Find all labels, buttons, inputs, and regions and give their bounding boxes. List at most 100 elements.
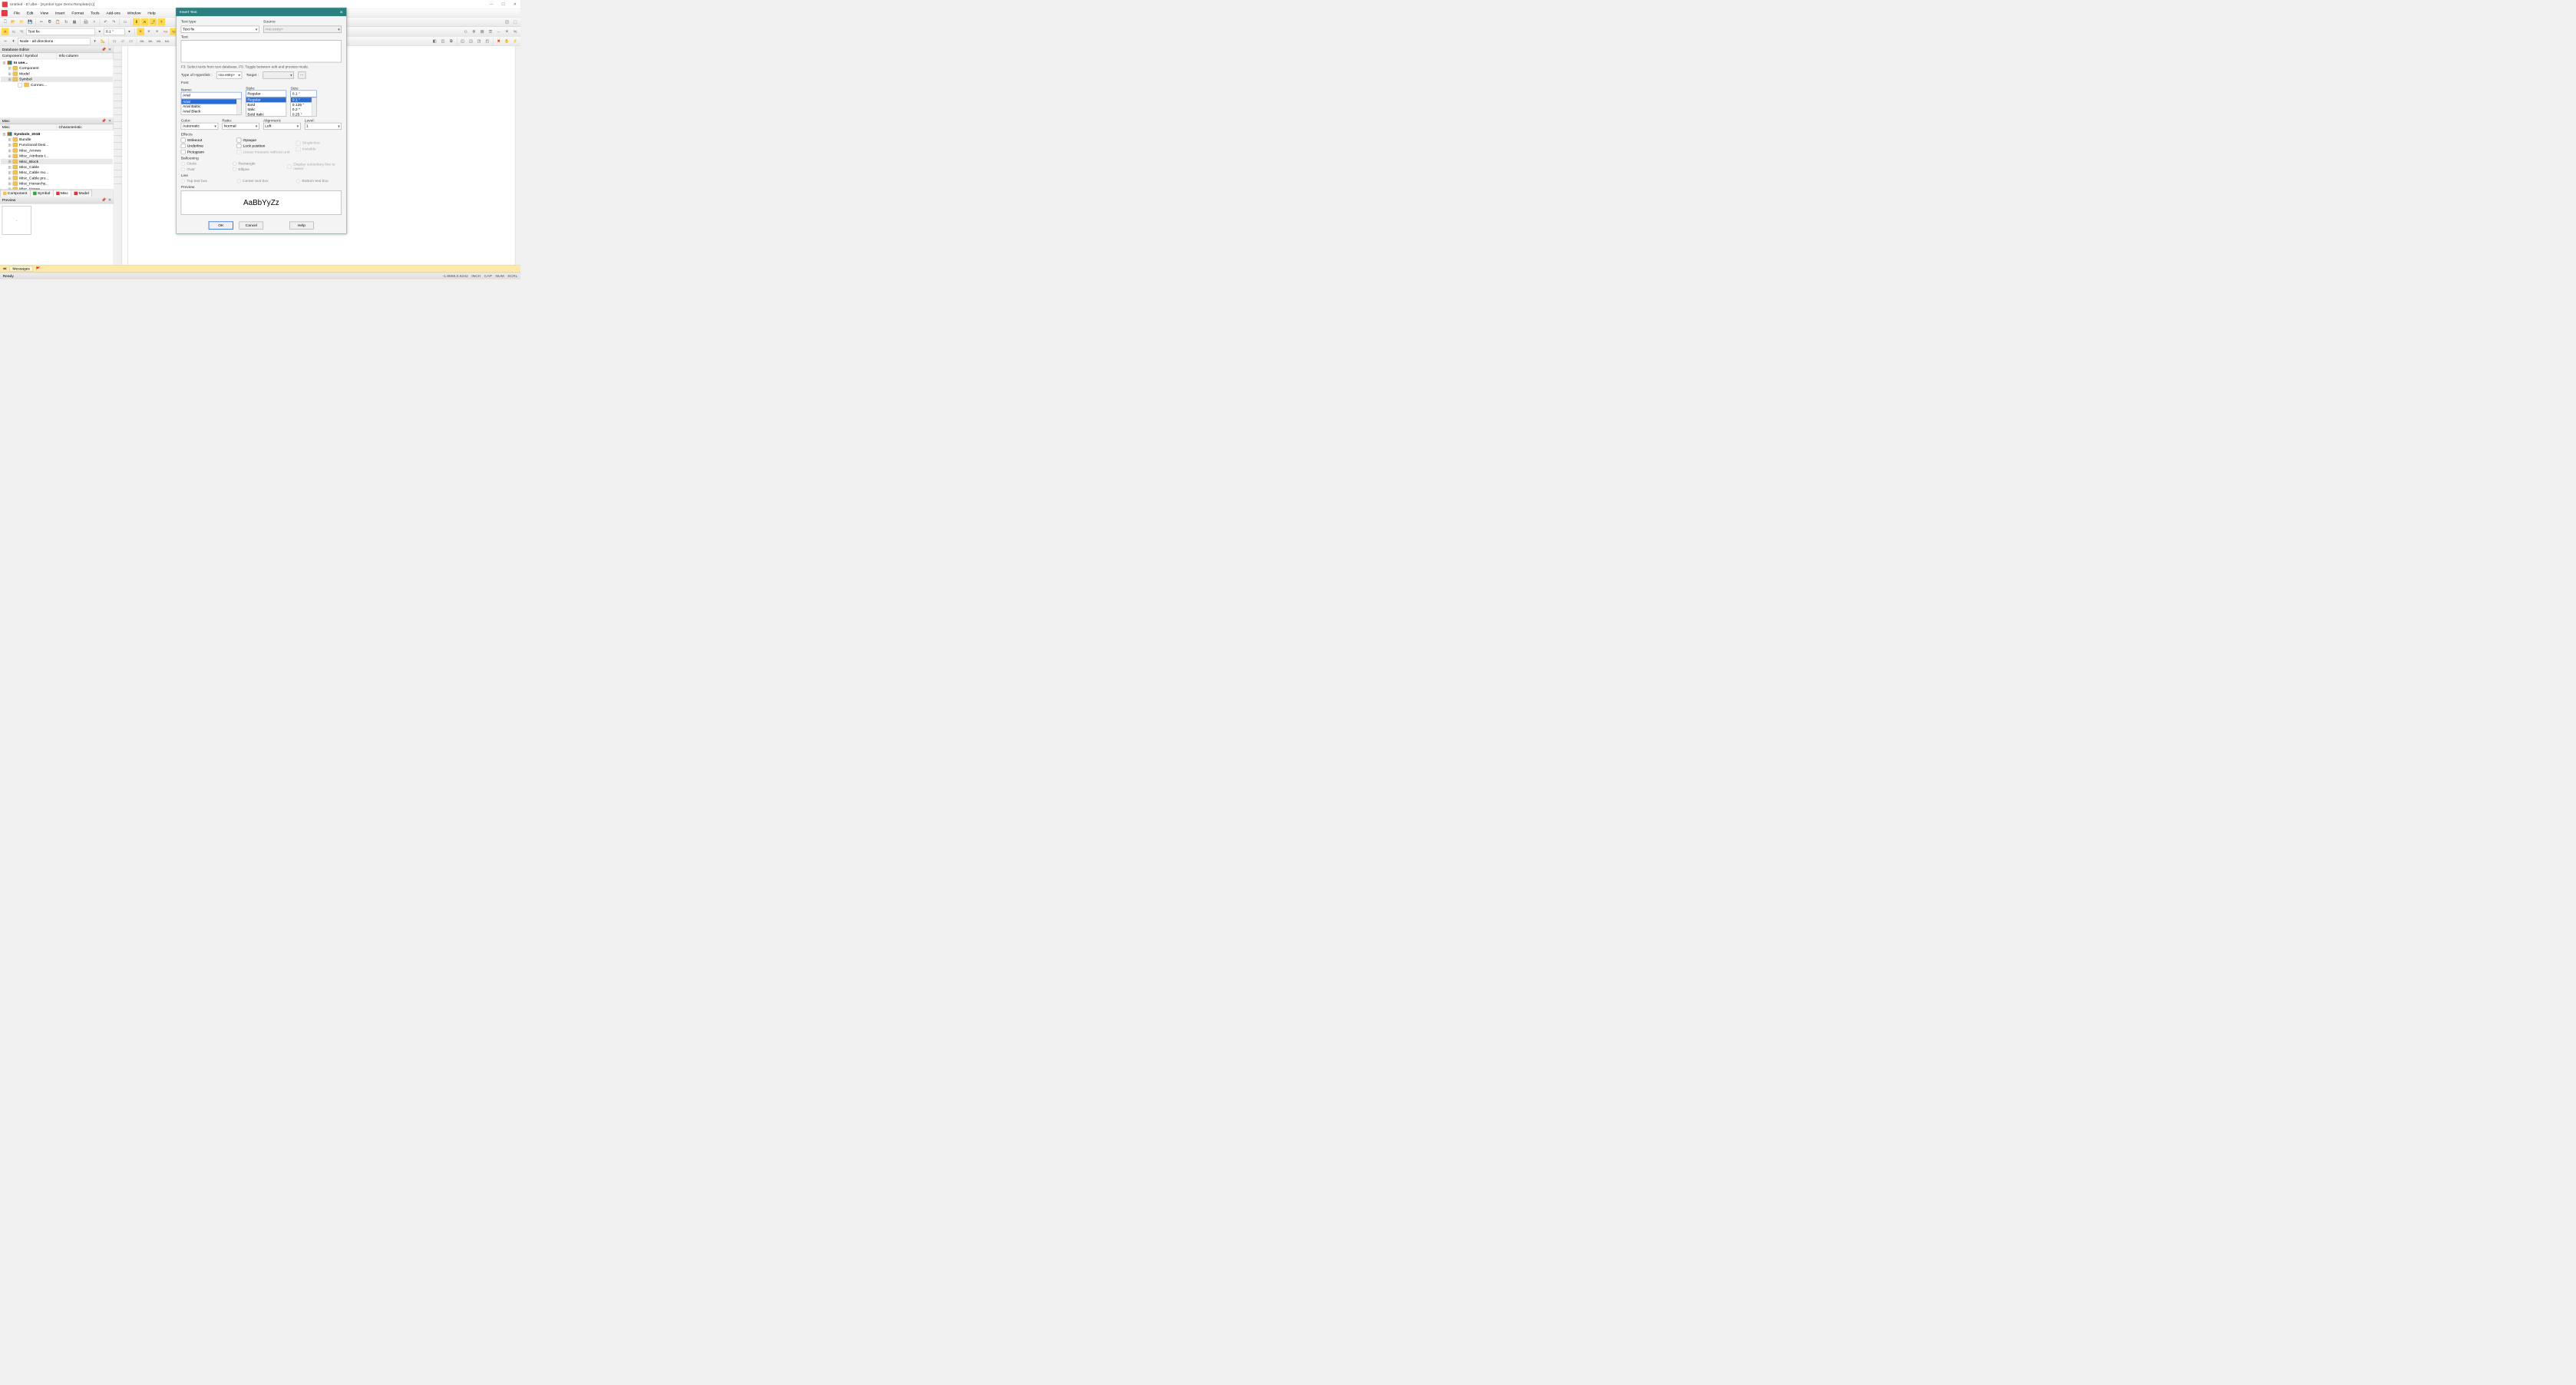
rtool-4-icon[interactable]: ◱ — [459, 38, 467, 45]
tool-3-icon[interactable]: ▤ — [478, 28, 486, 35]
panel-close-icon[interactable]: ✕ — [108, 48, 111, 52]
menu-format[interactable]: Format — [68, 11, 88, 15]
panel-close-icon[interactable]: ✕ — [108, 119, 111, 124]
pin-icon[interactable]: 📌 — [101, 198, 106, 203]
mil2-icon[interactable]: MIL — [147, 38, 154, 45]
oval-radio[interactable]: Oval — [181, 167, 229, 171]
grid-icon[interactable]: ▦ — [71, 18, 78, 26]
tree-item[interactable]: ⊞Misc_Attribute t... — [1, 154, 113, 159]
node-dropdown-icon[interactable]: ▾ — [91, 38, 99, 45]
font-size-list[interactable]: 0.1 " 0.125 " 0.2 " 0.25 " — [291, 98, 317, 117]
node-drop-icon[interactable]: ▾ — [10, 38, 18, 45]
tree-item[interactable]: ⊞Misc_Hierarchy... — [1, 181, 113, 187]
rect3-icon[interactable]: ▭ — [127, 38, 135, 45]
fraction-b-icon[interactable]: ½ — [18, 28, 25, 35]
rtool-7-icon[interactable]: ◰ — [484, 38, 491, 45]
messages-chevron-icon[interactable]: ≪ — [3, 266, 7, 271]
copy-icon[interactable]: ⧉ — [46, 18, 54, 26]
font-name-list[interactable]: Arial Arial Baltic Arial Black — [181, 99, 242, 115]
font-style-list[interactable]: Regular Bold Italic Bold Italic — [246, 98, 286, 117]
close-button[interactable]: ✕ — [511, 2, 518, 7]
save-icon[interactable]: 💾 — [26, 18, 34, 26]
circle-radio[interactable]: Circle — [181, 162, 229, 166]
rtool-6-icon[interactable]: ◳ — [475, 38, 483, 45]
new-icon[interactable]: 🗋 — [2, 18, 9, 26]
menu-file[interactable]: File — [10, 11, 23, 15]
layout-v-icon[interactable]: ◫ — [504, 18, 511, 26]
tree-item[interactable]: ⊞Model — [1, 71, 113, 76]
undo-icon[interactable]: ↶ — [101, 18, 109, 26]
layout-h-icon[interactable]: ⬚ — [511, 18, 519, 26]
menu-addons[interactable]: Add-ons — [103, 11, 124, 15]
top-textbox-radio[interactable]: Top text box — [181, 179, 233, 183]
tree-item[interactable]: ⊞Misc_Cable — [1, 164, 113, 170]
folder-icon[interactable]: 📁 — [18, 18, 25, 26]
text-input[interactable] — [181, 41, 342, 63]
dbe-col2[interactable]: Info column — [57, 53, 114, 59]
minimize-button[interactable]: — — [488, 2, 495, 7]
misc-col1[interactable]: Misc — [0, 124, 57, 131]
tab-misc[interactable]: Misc — [53, 190, 71, 197]
ratio-combo[interactable]: Normal — [222, 123, 259, 130]
tool-2-icon[interactable]: ⊕ — [470, 28, 477, 35]
target-browse-button[interactable]: ... — [298, 71, 305, 78]
rectangle-radio[interactable]: Rectangle — [233, 162, 283, 166]
menu-window[interactable]: Window — [124, 11, 144, 15]
tree-item[interactable]: ⊞Symbol — [1, 77, 113, 82]
strikeout-checkbox[interactable]: Strikeout — [181, 138, 233, 143]
tab-symbol[interactable]: Symbol — [30, 190, 53, 197]
help-button[interactable]: Help — [289, 222, 313, 230]
cancel-button[interactable]: Cancel — [239, 222, 263, 230]
font-size-input[interactable] — [291, 91, 317, 98]
sheet-icon[interactable]: ▭ — [121, 18, 129, 26]
tree-item[interactable]: ⊞Functional Desi... — [1, 143, 113, 148]
rtool-10-icon[interactable]: ⚡ — [511, 38, 519, 45]
color-combo[interactable]: Automatic — [181, 123, 218, 130]
align-left-icon[interactable]: ≡ — [137, 28, 144, 35]
menu-view[interactable]: View — [37, 11, 52, 15]
mil4-icon[interactable]: MIL — [163, 38, 171, 45]
print-icon[interactable]: 🖨 — [82, 18, 90, 26]
pin-icon[interactable]: 📌 — [101, 48, 106, 52]
rtool-1-icon[interactable]: ◧ — [431, 38, 438, 45]
misc-col2[interactable]: Characteristic — [57, 124, 114, 131]
tool-7-icon[interactable]: % — [511, 28, 519, 35]
align-right-icon[interactable]: ≡ — [154, 28, 161, 35]
dbe-col1[interactable]: Component / Symbol — [0, 53, 57, 59]
ok-button[interactable]: OK — [209, 222, 233, 230]
tree-item[interactable]: ⊞Component — [1, 65, 113, 71]
tree-item[interactable]: ⊞Bundle — [1, 137, 113, 142]
paste-icon[interactable]: 📋 — [54, 18, 61, 26]
lock-checkbox[interactable]: Lock position — [236, 144, 292, 148]
text-c-icon[interactable]: T — [157, 18, 165, 26]
size-dropdown-icon[interactable]: ▾ — [125, 28, 133, 35]
underline-checkbox[interactable]: Underline — [181, 144, 233, 148]
text-type-combo[interactable]: Text fix — [181, 26, 259, 33]
fraction-a-icon[interactable]: ¼ — [10, 28, 18, 35]
tree-item[interactable]: ⊞In use... — [1, 60, 113, 65]
hyperlink-combo[interactable]: <no entry> — [216, 71, 242, 78]
text-tx-icon[interactable]: Txt — [162, 28, 170, 35]
font-style-input[interactable] — [246, 91, 286, 98]
tree-item[interactable]: ⊞Misc_Cable pro... — [1, 176, 113, 181]
maximize-button[interactable]: ☐ — [500, 2, 507, 7]
tool-6-icon[interactable]: ✕ — [504, 28, 511, 35]
scrollbar[interactable] — [515, 46, 520, 265]
rtool-3-icon[interactable]: ⧉ — [447, 38, 455, 45]
mil1-icon[interactable]: MIL — [138, 38, 146, 45]
level-combo[interactable]: 1 — [305, 123, 342, 130]
rect2-icon[interactable]: ▱ — [119, 38, 127, 45]
font-name-input[interactable] — [181, 92, 242, 99]
opaque-checkbox[interactable]: Opaque — [236, 138, 292, 143]
text-size-input[interactable] — [104, 28, 125, 35]
rtool-8-icon[interactable]: ✖ — [495, 38, 503, 45]
text-tool-icon[interactable]: A — [2, 28, 9, 35]
pin-icon[interactable]: 📌 — [101, 119, 106, 124]
center-textbox-radio[interactable]: Center text box — [236, 179, 292, 183]
menu-tools[interactable]: Tools — [87, 11, 103, 15]
messages-flag-icon[interactable]: 🚩 — [36, 266, 41, 271]
tab-model[interactable]: Model — [71, 190, 92, 197]
rtool-5-icon[interactable]: ◲ — [467, 38, 474, 45]
rect-icon[interactable]: ▭ — [111, 38, 118, 45]
node-type-input[interactable] — [18, 38, 90, 45]
